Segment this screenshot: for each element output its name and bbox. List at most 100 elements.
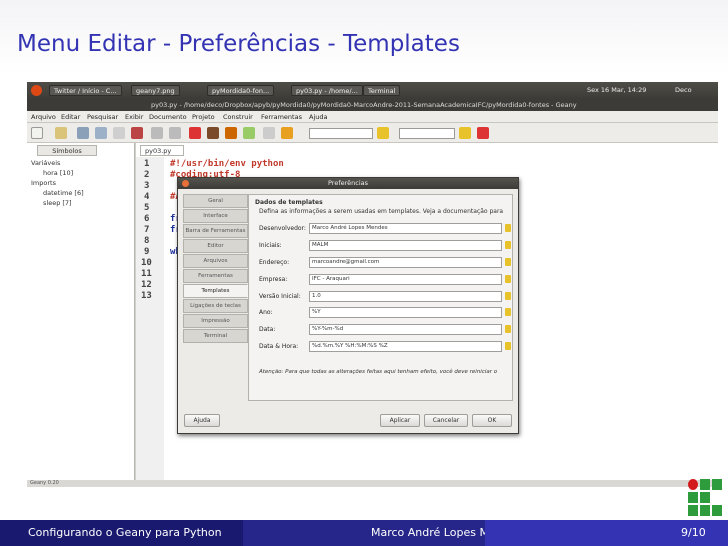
back-icon[interactable] — [151, 127, 163, 139]
close-file-icon[interactable] — [131, 127, 143, 139]
tab-symbols[interactable]: Símbolos — [37, 145, 97, 156]
company-field[interactable]: IFC - Araquari — [309, 274, 502, 285]
build-icon[interactable] — [207, 127, 219, 139]
clear-search-icon[interactable] — [377, 127, 389, 139]
window-titlebar: py03.py - /home/deco/Dropbox/apyb/pyMord… — [27, 99, 718, 111]
search-input[interactable] — [309, 128, 373, 139]
edit-icon[interactable] — [505, 224, 511, 232]
menu-projeto[interactable]: Projeto — [192, 113, 215, 121]
symbol-datetime[interactable]: datetime [6] — [43, 189, 84, 197]
section-description: Defina as informações a serem usadas em … — [259, 208, 504, 215]
open-folder-icon[interactable] — [55, 127, 67, 139]
close-icon[interactable] — [182, 180, 189, 187]
version-field[interactable]: 1.0 — [309, 291, 502, 302]
footer-author: Marco André Lopes Mendes — [243, 520, 522, 546]
ubuntu-logo-icon[interactable] — [31, 85, 42, 96]
tab-interface[interactable]: Interface — [183, 209, 248, 223]
symbol-imports[interactable]: Imports — [31, 179, 56, 187]
menu-editar[interactable]: Editar — [61, 113, 80, 121]
task-py03[interactable]: py03.py - /home/... — [291, 85, 363, 96]
ok-button[interactable]: OK — [472, 414, 512, 427]
goto-line-icon[interactable] — [459, 127, 471, 139]
date-field[interactable]: %Y-%m-%d — [309, 324, 502, 335]
tab-impressao[interactable]: Impressão — [183, 314, 248, 328]
footer-right: 9/10 — [485, 520, 728, 546]
forward-icon[interactable] — [169, 127, 181, 139]
task-twitter[interactable]: Twitter / Início - C... — [49, 85, 122, 96]
quit-icon[interactable] — [477, 127, 489, 139]
preferences-icon[interactable] — [281, 127, 293, 139]
menubar: Arquivo Editar Pesquisar Exibir Document… — [27, 111, 718, 123]
menu-exibir[interactable]: Exibir — [125, 113, 143, 121]
tab-templates[interactable]: Templates — [183, 284, 248, 298]
task-terminal[interactable]: Terminal — [363, 85, 401, 96]
symbol-variables[interactable]: Variáveis — [31, 159, 60, 167]
symbol-hora[interactable]: hora [10] — [43, 169, 73, 177]
datetime-field[interactable]: %d.%m.%Y %H:%M:%S %Z — [309, 341, 502, 352]
line-number: 9 — [144, 247, 150, 257]
apply-button[interactable]: Aplicar — [380, 414, 420, 427]
label-datetime: Data & Hora: — [259, 343, 299, 350]
section-heading: Dados de templates — [255, 199, 323, 206]
user-name[interactable]: Deco — [675, 86, 692, 94]
tab-py03[interactable]: py03.py — [140, 145, 184, 156]
tab-terminal[interactable]: Terminal — [183, 329, 248, 343]
label-developer: Desenvolvedor: — [259, 225, 306, 232]
edit-icon[interactable] — [505, 275, 511, 283]
restart-note: Atenção: Para que todas as alterações fe… — [259, 369, 498, 375]
line-number: 7 — [144, 225, 150, 235]
edit-icon[interactable] — [505, 241, 511, 249]
menu-ferramentas[interactable]: Ferramentas — [261, 113, 302, 121]
window-title: py03.py - /home/deco/Dropbox/apyb/pyMord… — [151, 101, 577, 109]
code-line[interactable]: #!/usr/bin/env python — [170, 159, 284, 169]
menu-pesquisar[interactable]: Pesquisar — [87, 113, 118, 121]
save-all-icon[interactable] — [95, 127, 107, 139]
tab-editor[interactable]: Editor — [183, 239, 248, 253]
line-number: 6 — [144, 214, 150, 224]
execute-icon[interactable] — [225, 127, 237, 139]
symbol-sleep[interactable]: sleep [7] — [43, 199, 72, 207]
top-panel: Twitter / Início - C... geany7.png pyMor… — [27, 82, 718, 99]
color-chooser-icon[interactable] — [243, 127, 255, 139]
edit-icon[interactable] — [505, 258, 511, 266]
label-company: Empresa: — [259, 276, 288, 283]
initials-field[interactable]: MALM — [309, 240, 502, 251]
zoom-in-icon[interactable] — [263, 127, 275, 139]
line-number: 11 — [141, 269, 152, 279]
edit-icon[interactable] — [505, 308, 511, 316]
developer-field[interactable]: Marco André Lopes Mendes — [309, 223, 502, 234]
tab-geral[interactable]: Geral — [183, 194, 248, 208]
revert-icon[interactable] — [113, 127, 125, 139]
tab-arquivos[interactable]: Arquivos — [183, 254, 248, 268]
line-number: 1 — [144, 159, 150, 169]
save-icon[interactable] — [77, 127, 89, 139]
preferences-dialog: Preferências Geral Interface Barra de Fe… — [177, 177, 519, 434]
tab-toolbar[interactable]: Barra de Ferramentas — [183, 224, 248, 238]
compile-icon[interactable] — [189, 127, 201, 139]
logo-block — [700, 492, 710, 503]
line-number: 2 — [144, 170, 150, 180]
toolbar — [27, 123, 718, 143]
tab-ferramentas[interactable]: Ferramentas — [183, 269, 248, 283]
new-file-icon[interactable] — [31, 127, 43, 139]
task-geany-png[interactable]: geany7.png — [131, 85, 180, 96]
edit-icon[interactable] — [505, 325, 511, 333]
menu-arquivo[interactable]: Arquivo — [31, 113, 56, 121]
menu-construir[interactable]: Construir — [223, 113, 253, 121]
menu-documento[interactable]: Documento — [149, 113, 187, 121]
cancel-button[interactable]: Cancelar — [424, 414, 468, 427]
line-number: 4 — [144, 192, 150, 202]
label-initials: Iniciais: — [259, 242, 282, 249]
edit-icon[interactable] — [505, 342, 511, 350]
email-field[interactable]: marcoandre@gmail.com — [309, 257, 502, 268]
task-pymordida[interactable]: pyMordida0-fon... — [207, 85, 275, 96]
goto-line-input[interactable] — [399, 128, 455, 139]
year-field[interactable]: %Y — [309, 307, 502, 318]
logo-block — [712, 479, 722, 490]
tab-keybindings[interactable]: Ligações de teclas — [183, 299, 248, 313]
clock[interactable]: Sex 16 Mar, 14:29 — [587, 86, 646, 94]
menu-ajuda[interactable]: Ajuda — [309, 113, 327, 121]
edit-icon[interactable] — [505, 292, 511, 300]
statusbar: Geany 0.20 — [27, 480, 718, 487]
help-button[interactable]: Ajuda — [184, 414, 220, 427]
